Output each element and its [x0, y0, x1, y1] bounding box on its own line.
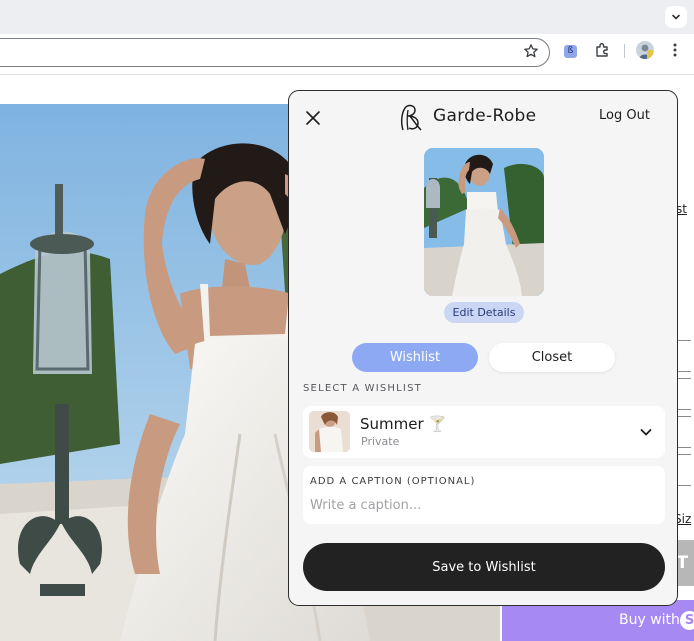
- buy-with-label: Buy with: [619, 612, 680, 628]
- save-to-wishlist-button[interactable]: Save to Wishlist: [303, 543, 665, 591]
- garde-robe-panel: Garde-Robe Log Out Edit Details Wishlist…: [288, 90, 678, 606]
- select-wishlist-label: SELECT A WISHLIST: [303, 383, 422, 394]
- address-bar[interactable]: [0, 38, 550, 67]
- product-thumbnail: [424, 148, 544, 296]
- wishlist-visibility: Private: [361, 435, 400, 448]
- brand-name: Garde-Robe: [433, 106, 537, 126]
- puzzle-icon[interactable]: [594, 41, 612, 59]
- tab-wishlist[interactable]: Wishlist: [352, 343, 478, 372]
- chevron-down-icon: [672, 14, 680, 20]
- toolbar-separator: [624, 44, 625, 58]
- edit-details-button[interactable]: Edit Details: [444, 302, 524, 323]
- star-icon[interactable]: [523, 43, 539, 63]
- wishlist-select[interactable]: Summer 🍸 Private: [303, 406, 665, 458]
- more-vert-icon[interactable]: [672, 42, 678, 58]
- buy-with-shop-button[interactable]: Buy with S: [502, 600, 694, 641]
- wishlist-name: Summer 🍸: [360, 415, 448, 433]
- profile-avatar[interactable]: [636, 41, 654, 59]
- wishlist-thumbnail: [309, 411, 350, 452]
- caption-input[interactable]: [309, 494, 655, 516]
- chevron-down-icon: [639, 424, 653, 438]
- tab-search-button[interactable]: [665, 6, 687, 28]
- extension-garde-robe-icon[interactable]: ß: [564, 45, 577, 58]
- shop-logo: S: [680, 611, 694, 630]
- browser-toolbar: [0, 34, 694, 75]
- garde-robe-logo-icon: [399, 104, 423, 131]
- close-button[interactable]: [305, 110, 321, 126]
- caption-section: ADD A CAPTION (OPTIONAL): [303, 466, 665, 524]
- browser-tab-strip: [0, 0, 694, 34]
- close-icon: [306, 111, 320, 125]
- caption-label: ADD A CAPTION (OPTIONAL): [310, 476, 476, 487]
- tab-closet[interactable]: Closet: [489, 343, 615, 372]
- logout-button[interactable]: Log Out: [599, 108, 650, 123]
